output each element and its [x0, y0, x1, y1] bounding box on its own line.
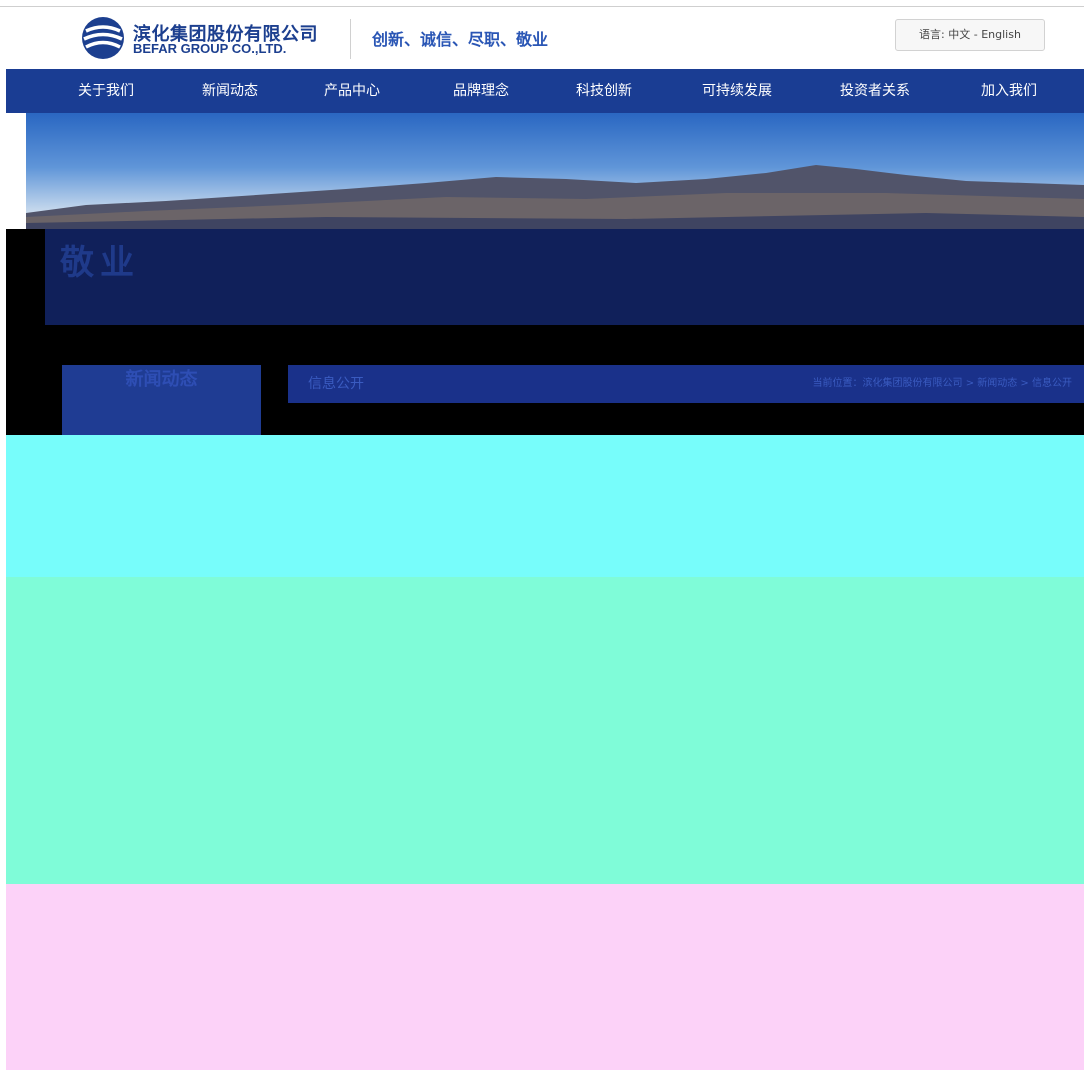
header-divider	[350, 19, 351, 59]
nav-item-about[interactable]: 关于我们	[78, 69, 134, 113]
content-area-bottom	[6, 884, 1084, 1070]
logo-mark-icon	[82, 17, 124, 59]
company-logo[interactable]: 滨化集团股份有限公司 BEFAR GROUP CO.,LTD.	[80, 15, 325, 61]
nav-item-products[interactable]: 产品中心	[324, 69, 380, 113]
nav-item-sustainability[interactable]: 可持续发展	[702, 69, 772, 113]
content-area-middle	[6, 577, 1084, 884]
company-name-en: BEFAR GROUP CO.,LTD.	[133, 41, 287, 56]
nav-item-careers[interactable]: 加入我们	[981, 69, 1037, 113]
side-title: 新闻动态	[62, 365, 261, 443]
content-area-top	[6, 435, 1084, 577]
nav-item-investors[interactable]: 投资者关系	[840, 69, 910, 113]
language-switch[interactable]: 语言: 中文 - English	[895, 19, 1045, 51]
main-nav: 关于我们 新闻动态 产品中心 品牌理念 科技创新 可持续发展 投资者关系 加入我…	[6, 69, 1084, 113]
page-title: 敬业	[60, 243, 140, 283]
sub-header-bar: 信息公开 当前位置：滨化集团股份有限公司 > 新闻动态 > 信息公开	[288, 365, 1084, 403]
banner-image	[26, 113, 1084, 233]
nav-item-brand[interactable]: 品牌理念	[453, 69, 509, 113]
title-panel	[45, 229, 1084, 325]
nav-item-tech[interactable]: 科技创新	[576, 69, 632, 113]
nav-item-news[interactable]: 新闻动态	[202, 69, 258, 113]
breadcrumb[interactable]: 当前位置：滨化集团股份有限公司 > 新闻动态 > 信息公开	[813, 365, 1072, 403]
mountain-image	[26, 165, 1084, 233]
section-title: 信息公开	[308, 376, 364, 392]
header: 滨化集团股份有限公司 BEFAR GROUP CO.,LTD. 创新、诚信、尽职…	[0, 7, 1084, 69]
slogan: 创新、诚信、尽职、敬业	[372, 30, 549, 49]
